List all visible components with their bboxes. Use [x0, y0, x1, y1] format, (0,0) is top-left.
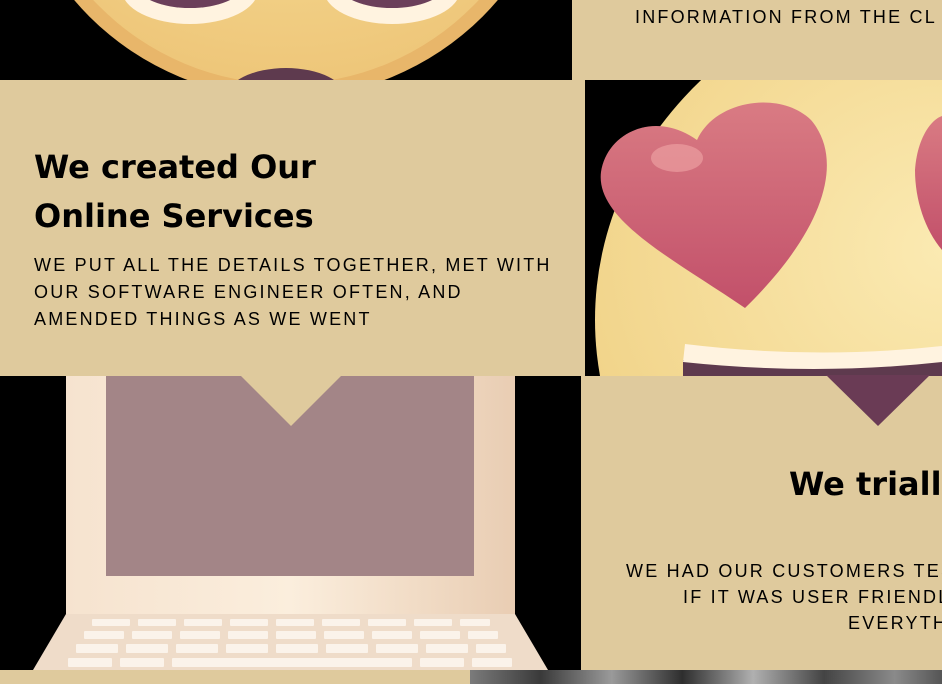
surprised-emoji-icon: [74, 0, 498, 80]
trial-body-line1: WE HAD OUR CUSTOMERS TES: [626, 561, 942, 581]
surprised-emoji-image: [0, 0, 572, 80]
services-title-line1: We created Our: [34, 148, 316, 186]
bottom-strip: [0, 670, 942, 684]
services-pointer-arrow: [240, 375, 342, 426]
trial-body-line3: EVERYTH: [848, 613, 942, 633]
services-title-line2: Online Services: [34, 197, 314, 235]
trial-body-line2: IF IT WAS USER FRIENDLY: [683, 587, 942, 607]
heart-eyes-emoji-image: [585, 80, 942, 376]
services-body: WE PUT ALL THE DETAILS TOGETHER, MET WIT…: [34, 255, 552, 329]
top-right-panel: INFORMATION FROM THE CL: [572, 0, 942, 80]
heart-eyes-emoji-icon: [585, 80, 942, 376]
trial-title: We trialle: [789, 465, 942, 503]
top-right-caption: INFORMATION FROM THE CL: [635, 7, 937, 27]
photo-strip-image: [470, 670, 942, 684]
emoji-pointer-arrow: [826, 375, 930, 426]
services-panel: We created Our Online Services WE PUT AL…: [0, 80, 585, 376]
